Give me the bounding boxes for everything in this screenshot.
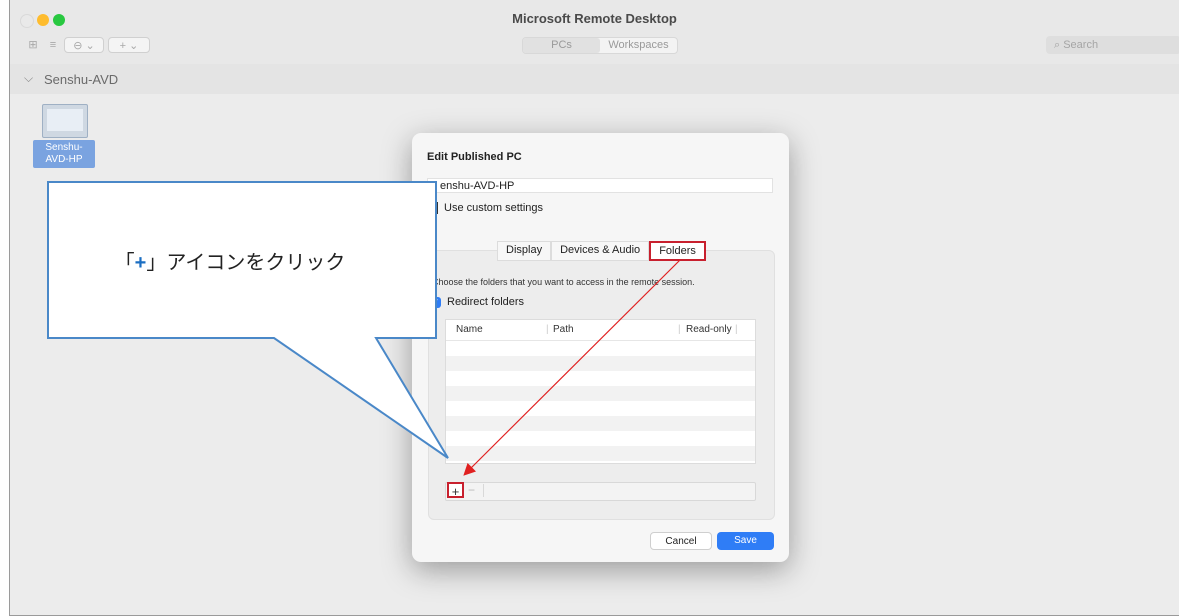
redirect-folders-row[interactable]: ✓ Redirect folders [430, 296, 524, 308]
title-bar: Microsoft Remote Desktop ⊞ ≡ ⊖ ⌄ + ⌄ PCs… [10, 0, 1179, 65]
grid-icon: ⊞ [28, 39, 38, 51]
dialog-title: Edit Published PC [427, 151, 522, 163]
save-button[interactable]: Save [717, 532, 774, 550]
tab-workspaces[interactable]: Workspaces [600, 38, 677, 53]
list-icon: ≡ [49, 39, 57, 51]
search-icon: ⌕ [1054, 39, 1064, 51]
custom-settings-checkbox[interactable] [434, 202, 438, 215]
table-row [446, 341, 755, 356]
pc-label-line2: AVD-HP [45, 154, 83, 165]
tab-display[interactable]: Display [497, 241, 552, 261]
grid-view-button[interactable]: ⊞ [25, 37, 41, 53]
tab-pcs[interactable]: PCs [523, 38, 600, 53]
tab-devices-audio[interactable]: Devices & Audio [551, 241, 650, 261]
pc-label: Senshu- AVD-HP [33, 140, 95, 168]
table-row [446, 356, 755, 371]
table-row [446, 446, 755, 461]
pc-name-field[interactable]: enshu-AVD-HP [427, 178, 773, 193]
table-row [446, 401, 755, 416]
column-path[interactable]: Path [553, 324, 574, 335]
add-dropdown-button[interactable]: + ⌄ [108, 37, 150, 53]
table-row [446, 431, 755, 446]
column-name[interactable]: Name [456, 324, 483, 335]
annotation-instruction: 」アイコンをクリック [146, 252, 346, 274]
plus-icon: + [134, 252, 147, 274]
add-folder-button[interactable]: + [447, 482, 464, 499]
folders-table: Name | Path | Read-only | [445, 319, 756, 464]
column-divider: | [735, 324, 738, 335]
pc-thumbnail[interactable] [42, 104, 88, 138]
column-divider: | [678, 324, 681, 335]
custom-settings-label: Use custom settings [444, 202, 544, 214]
group-header[interactable]: ⌵ Senshu-AVD [10, 64, 1179, 94]
settings-dropdown-button[interactable]: ⊖ ⌄ [64, 37, 104, 53]
column-read-only[interactable]: Read-only [686, 324, 732, 335]
group-name: Senshu-AVD [44, 72, 119, 87]
tab-folders[interactable]: Folders [649, 241, 706, 261]
folders-description: Choose the folders that you want to acce… [432, 277, 695, 287]
pc-label-line1: Senshu- [45, 142, 83, 153]
redirect-folders-checkbox[interactable]: ✓ [430, 296, 441, 308]
list-view-button[interactable]: ≡ [45, 37, 61, 53]
table-row [446, 416, 755, 431]
table-row [446, 386, 755, 401]
window-title: Microsoft Remote Desktop [512, 11, 677, 26]
column-divider: | [546, 324, 549, 335]
redirect-folders-label: Redirect folders [447, 296, 525, 308]
annotation-text: 「+」アイコンをクリック [60, 246, 400, 275]
edit-published-pc-dialog: Edit Published PC enshu-AVD-HP Use custo… [412, 133, 789, 562]
view-switcher: PCs Workspaces [522, 37, 678, 54]
table-row [446, 371, 755, 386]
checkmark-icon: ✓ [431, 296, 440, 307]
folder-actions-spacer [483, 484, 754, 497]
remove-folder-button[interactable]: − [468, 483, 475, 497]
settings-tabs: Display Devices & Audio Folders [497, 241, 706, 261]
annotation-bracket-open: 「 [114, 252, 135, 274]
cancel-button[interactable]: Cancel [650, 532, 712, 550]
pc-screen-preview [47, 109, 83, 131]
chevron-down-icon: ⌵ [24, 71, 34, 85]
custom-settings-row[interactable]: Use custom settings [434, 202, 544, 215]
table-header: Name | Path | Read-only | [446, 320, 755, 341]
search-field[interactable]: ⌕ Search [1046, 36, 1179, 54]
search-placeholder: Search [1063, 39, 1099, 51]
